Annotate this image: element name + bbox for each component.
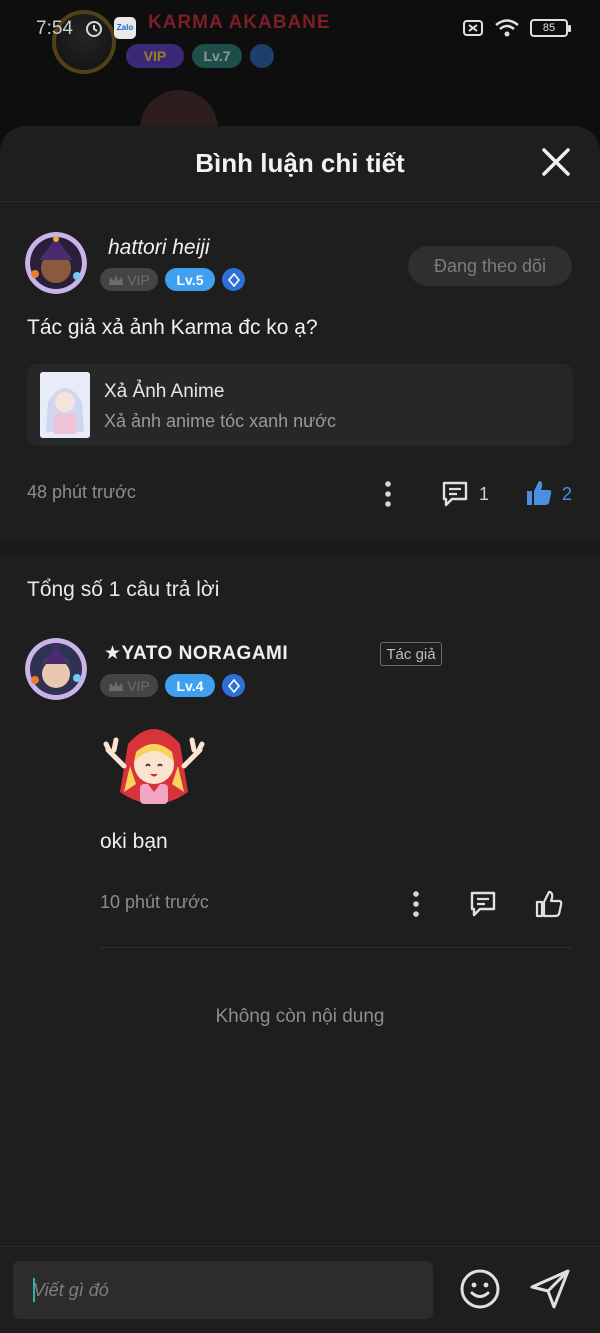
vip-badge: VIP <box>100 268 158 291</box>
level-badge: Lv.4 <box>165 674 215 697</box>
replies-total-title: Tổng số 1 câu trả lời <box>27 578 220 601</box>
comment-author-name[interactable]: hattori heiji <box>108 236 210 260</box>
reply-icon[interactable] <box>440 479 470 509</box>
reply-author-name[interactable]: ★YATO NORAGAMI <box>104 642 288 665</box>
comment-author-badges: VIP Lv.5 <box>100 268 245 291</box>
zalo-notification-icon: Zalo <box>114 17 136 39</box>
sticker-image <box>103 729 205 804</box>
comment-detail-sheet: Bình luận chi tiết hattori heiji VIP Lv.… <box>0 126 600 1333</box>
status-time: 7:54 <box>36 18 73 39</box>
level-badge: Lv.5 <box>165 268 215 291</box>
comment-input[interactable]: Viết gì đó <box>13 1261 433 1319</box>
comment-text: Tác giả xả ảnh Karma đc ko ạ? <box>27 316 318 339</box>
reply-time: 10 phút trước <box>100 892 209 912</box>
alarm-icon <box>86 21 102 37</box>
battery-icon: 85 <box>530 19 571 37</box>
status-bar: 7:54 Zalo 85 <box>0 0 600 60</box>
end-of-content-text: Không còn nội dung <box>215 1006 385 1027</box>
send-icon[interactable] <box>528 1267 572 1311</box>
close-icon[interactable] <box>540 146 572 178</box>
reply-text: oki bạn <box>100 830 168 853</box>
comment-input-bar: Viết gì đó <box>0 1246 600 1333</box>
story-title: Xả Ảnh Anime <box>104 381 225 402</box>
screen: KARMA AKABANE VIP Lv.7 7:54 Zalo 85 Bình… <box>0 0 600 1333</box>
reply-author-avatar[interactable] <box>25 638 87 700</box>
comment-author-avatar[interactable] <box>25 232 87 294</box>
reply-icon[interactable] <box>468 889 498 919</box>
like-icon[interactable] <box>534 889 564 919</box>
diamond-icon <box>222 674 245 697</box>
crown-icon <box>109 274 124 285</box>
reply-divider <box>100 947 573 948</box>
reply-meta-row: 10 phút trước <box>100 888 573 920</box>
sheet-header: Bình luận chi tiết <box>0 126 600 202</box>
diamond-icon <box>222 268 245 291</box>
story-subtitle: Xả ảnh anime tóc xanh nước <box>104 411 336 431</box>
page-title: Bình luận chi tiết <box>195 148 405 178</box>
text-caret <box>33 1278 35 1302</box>
sim-off-icon <box>463 20 483 36</box>
emoji-icon[interactable] <box>458 1267 502 1311</box>
referenced-story-card[interactable]: Xả Ảnh Anime Xả ảnh anime tóc xanh nước <box>27 364 573 446</box>
more-options-icon[interactable] <box>384 481 392 507</box>
following-button[interactable]: Đang theo dõi <box>408 246 572 286</box>
reply-count: 1 <box>479 484 490 504</box>
section-divider <box>0 540 600 556</box>
like-count: 2 <box>562 484 573 504</box>
wifi-icon <box>495 19 519 37</box>
status-icons: 85 <box>462 18 571 38</box>
more-options-icon[interactable] <box>412 891 420 917</box>
vip-badge: VIP <box>100 674 158 697</box>
input-placeholder: Viết gì đó <box>33 1279 109 1300</box>
story-thumbnail <box>40 372 90 438</box>
comment-time: 48 phút trước <box>27 482 136 502</box>
like-icon[interactable] <box>525 479 553 507</box>
author-tag: Tác giả <box>380 642 442 666</box>
reply-author-badges: VIP Lv.4 <box>100 674 245 697</box>
crown-icon <box>109 680 124 691</box>
comment-meta-row: 48 phút trước 1 2 <box>27 478 573 510</box>
